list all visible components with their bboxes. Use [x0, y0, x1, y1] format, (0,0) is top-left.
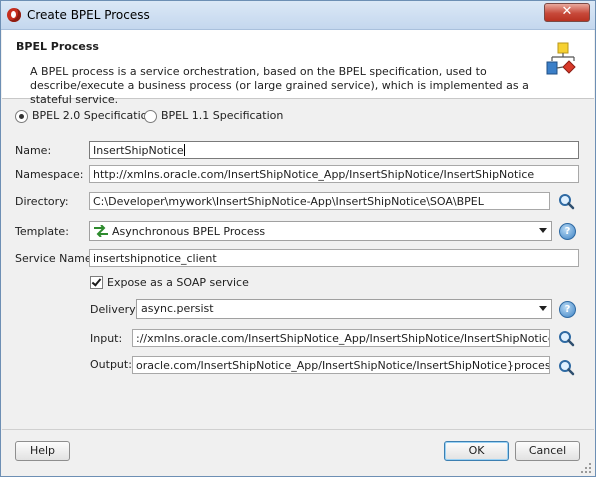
template-label: Template:: [15, 225, 69, 238]
chevron-down-icon: [539, 228, 547, 233]
window-title: Create BPEL Process: [27, 8, 150, 22]
directory-field[interactable]: C:\Developer\mywork\InsertShipNotice-App…: [89, 192, 550, 210]
cancel-button[interactable]: Cancel: [515, 441, 580, 461]
namespace-field-value: http://xmlns.oracle.com/InsertShipNotice…: [93, 168, 535, 181]
name-label: Name:: [15, 144, 52, 157]
browse-directory-search-icon[interactable]: [558, 193, 575, 210]
footer-divider: [2, 429, 594, 430]
service-name-label: Service Name:: [15, 252, 96, 265]
close-icon: ✕: [561, 4, 573, 19]
delivery-help-icon[interactable]: ?: [559, 301, 576, 318]
input-label: Input:: [90, 332, 123, 345]
directory-label: Directory:: [15, 195, 69, 208]
template-select[interactable]: Asynchronous BPEL Process: [89, 221, 552, 241]
resize-grip-icon[interactable]: [580, 462, 592, 474]
chevron-down-icon: [539, 306, 547, 311]
bpel-2-0-radio[interactable]: [15, 110, 28, 123]
delivery-selected-value: async.persist: [141, 302, 214, 315]
header-description: A BPEL process is a service orchestratio…: [30, 65, 529, 106]
ok-button[interactable]: OK: [444, 441, 509, 461]
input-field[interactable]: ://xmlns.oracle.com/InsertShipNotice_App…: [132, 329, 550, 347]
bpel-process-icon: [546, 42, 576, 75]
browse-input-search-icon[interactable]: [558, 330, 575, 347]
output-field[interactable]: oracle.com/InsertShipNotice_App/InsertSh…: [132, 356, 550, 374]
bpel-1-1-radio[interactable]: [144, 110, 157, 123]
header-panel: BPEL Process A BPEL process is a service…: [2, 30, 594, 106]
help-button[interactable]: Help: [15, 441, 70, 461]
namespace-label: Namespace:: [15, 168, 84, 181]
directory-field-value: C:\Developer\mywork\InsertShipNotice-App…: [93, 195, 484, 208]
name-field-value: InsertShipNotice: [93, 144, 184, 157]
bpel-1-1-label[interactable]: BPEL 1.1 Specification: [161, 109, 283, 122]
oracle-app-icon: [7, 8, 21, 22]
delivery-label: Delivery:: [90, 303, 139, 316]
input-field-value: ://xmlns.oracle.com/InsertShipNotice_App…: [136, 332, 549, 345]
template-selected-value: Asynchronous BPEL Process: [112, 225, 266, 238]
title-bar[interactable]: Create BPEL Process ✕: [1, 1, 595, 30]
browse-output-search-icon[interactable]: [558, 359, 575, 376]
name-field[interactable]: InsertShipNotice: [89, 141, 579, 159]
dialog-window: Create BPEL Process ✕ BPEL Process A BPE…: [0, 0, 596, 477]
header-title: BPEL Process: [16, 40, 99, 53]
service-name-field-value: insertshipnotice_client: [93, 252, 217, 265]
delivery-select[interactable]: async.persist: [136, 299, 552, 319]
output-label: Output:: [90, 358, 132, 371]
async-process-icon: [94, 225, 108, 237]
expose-soap-label[interactable]: Expose as a SOAP service: [107, 276, 249, 289]
service-name-field[interactable]: insertshipnotice_client: [89, 249, 579, 267]
expose-soap-checkbox[interactable]: [90, 276, 103, 289]
text-caret: [183, 144, 185, 156]
output-field-value: oracle.com/InsertShipNotice_App/InsertSh…: [136, 359, 550, 372]
namespace-field[interactable]: http://xmlns.oracle.com/InsertShipNotice…: [89, 165, 579, 183]
template-help-icon[interactable]: ?: [559, 223, 576, 240]
close-button[interactable]: ✕: [544, 3, 590, 22]
bpel-2-0-label[interactable]: BPEL 2.0 Specification: [32, 109, 154, 122]
